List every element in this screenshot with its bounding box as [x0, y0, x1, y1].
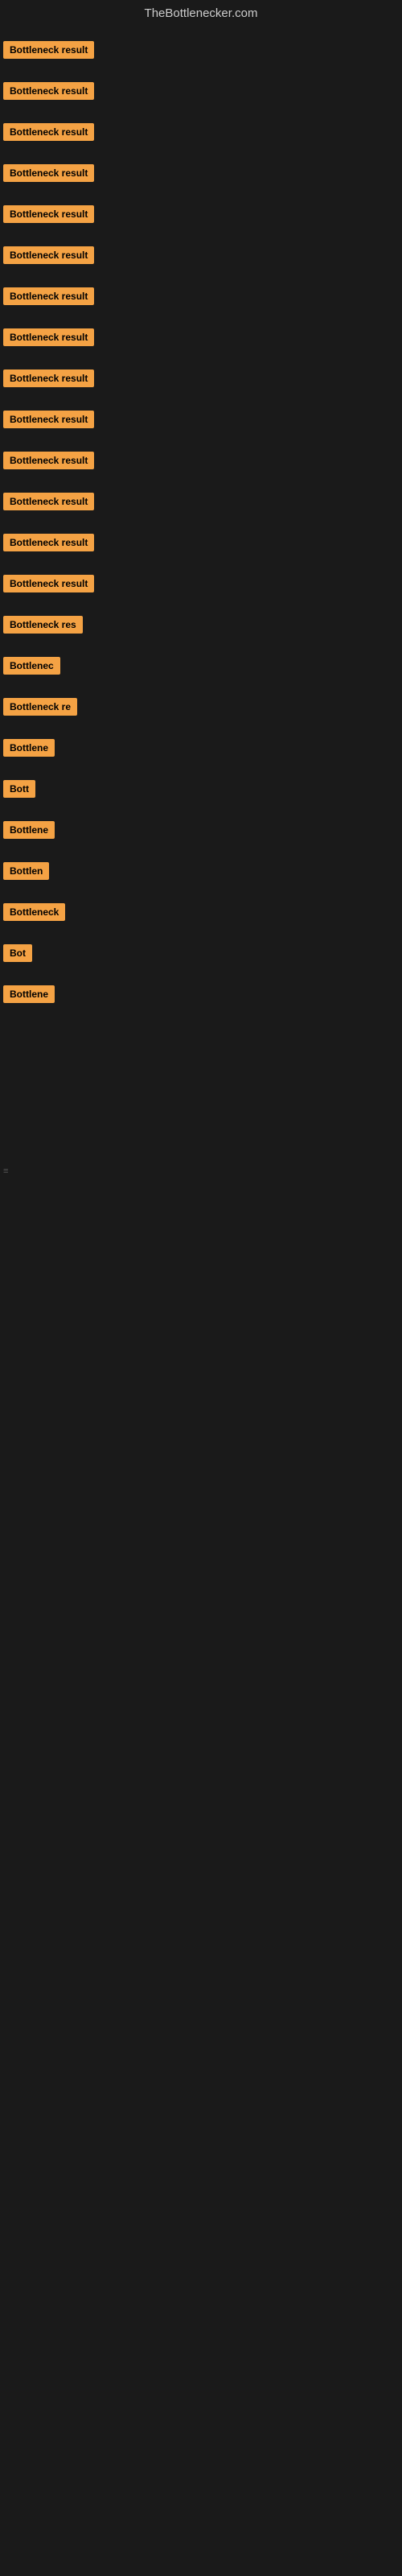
- bottleneck-label[interactable]: Bottlenec: [3, 657, 60, 675]
- bottleneck-label[interactable]: Bottleneck result: [3, 41, 94, 59]
- spacer-11: [0, 1530, 402, 1579]
- list-item: Bottleneck result: [0, 485, 402, 522]
- list-item: Bottleneck result: [0, 320, 402, 358]
- spacer-6: [0, 1289, 402, 1337]
- bottleneck-label[interactable]: Bottleneck result: [3, 369, 94, 387]
- bottleneck-label[interactable]: Bot: [3, 944, 32, 962]
- list-item: Bottleneck result: [0, 361, 402, 399]
- spacer-8: [0, 1385, 402, 1434]
- list-item: Bottleneck result: [0, 526, 402, 564]
- list-item: Bottleneck result: [0, 33, 402, 71]
- spacer-5: [0, 1241, 402, 1289]
- spacer-2: [0, 1070, 402, 1118]
- bottleneck-label[interactable]: Bottlen: [3, 862, 49, 880]
- bottleneck-label[interactable]: Bottleneck result: [3, 452, 94, 469]
- bottleneck-label[interactable]: Bottleneck: [3, 903, 65, 921]
- bottleneck-label[interactable]: Bottlene: [3, 985, 55, 1003]
- bottleneck-label[interactable]: Bottleneck res: [3, 616, 83, 634]
- list-item: Bottleneck result: [0, 567, 402, 605]
- bottleneck-label[interactable]: Bottleneck result: [3, 287, 94, 305]
- spacer-7: [0, 1337, 402, 1385]
- bottleneck-label[interactable]: Bottleneck result: [3, 534, 94, 551]
- bottleneck-label[interactable]: Bottleneck result: [3, 123, 94, 141]
- list-item: Bottleneck result: [0, 156, 402, 194]
- bottleneck-label[interactable]: Bottleneck result: [3, 82, 94, 100]
- bottleneck-label[interactable]: Bottleneck result: [3, 328, 94, 346]
- spacer-4: [0, 1192, 402, 1241]
- bottleneck-label[interactable]: Bottleneck result: [3, 411, 94, 428]
- list-item: Bottleneck result: [0, 402, 402, 440]
- list-item: Bottleneck result: [0, 444, 402, 481]
- spacer-1: [0, 1022, 402, 1070]
- bottleneck-label[interactable]: Bott: [3, 780, 35, 798]
- spacer-10: [0, 1482, 402, 1530]
- list-item: Bottlen: [0, 854, 402, 892]
- bottleneck-label[interactable]: Bottleneck re: [3, 698, 77, 716]
- list-item: Bottleneck re: [0, 690, 402, 728]
- spacer-9: [0, 1434, 402, 1482]
- bottleneck-label[interactable]: Bottleneck result: [3, 205, 94, 223]
- site-title: TheBottlenecker.com: [0, 0, 402, 30]
- list-item: Bottleneck res: [0, 608, 402, 646]
- list-item: Bott: [0, 772, 402, 810]
- bottleneck-label[interactable]: Bottleneck result: [3, 164, 94, 182]
- list-item: Bottleneck: [0, 895, 402, 933]
- list-item: Bottleneck result: [0, 238, 402, 276]
- bottleneck-label[interactable]: Bottleneck result: [3, 493, 94, 510]
- list-item: Bottleneck result: [0, 197, 402, 235]
- spacer-3: [0, 1118, 402, 1166]
- bottleneck-label[interactable]: Bottlene: [3, 821, 55, 839]
- bottleneck-label[interactable]: Bottleneck result: [3, 575, 94, 592]
- site-header: TheBottlenecker.com: [0, 0, 402, 30]
- spacer-13: [0, 1627, 402, 1675]
- bottleneck-label[interactable]: Bottleneck result: [3, 246, 94, 264]
- list-item: Bot: [0, 936, 402, 974]
- bottleneck-list: Bottleneck result Bottleneck result Bottle…: [0, 30, 402, 1022]
- spacer-12: [0, 1579, 402, 1627]
- list-item: Bottlene: [0, 813, 402, 851]
- list-item: Bottlenec: [0, 649, 402, 687]
- list-item: Bottlene: [0, 977, 402, 1015]
- list-item: Bottleneck result: [0, 74, 402, 112]
- list-item: Bottleneck result: [0, 279, 402, 317]
- list-item: Bottlene: [0, 731, 402, 769]
- footer-indicator: ≡: [0, 1166, 402, 1192]
- bottleneck-label[interactable]: Bottlene: [3, 739, 55, 757]
- list-item: Bottleneck result: [0, 115, 402, 153]
